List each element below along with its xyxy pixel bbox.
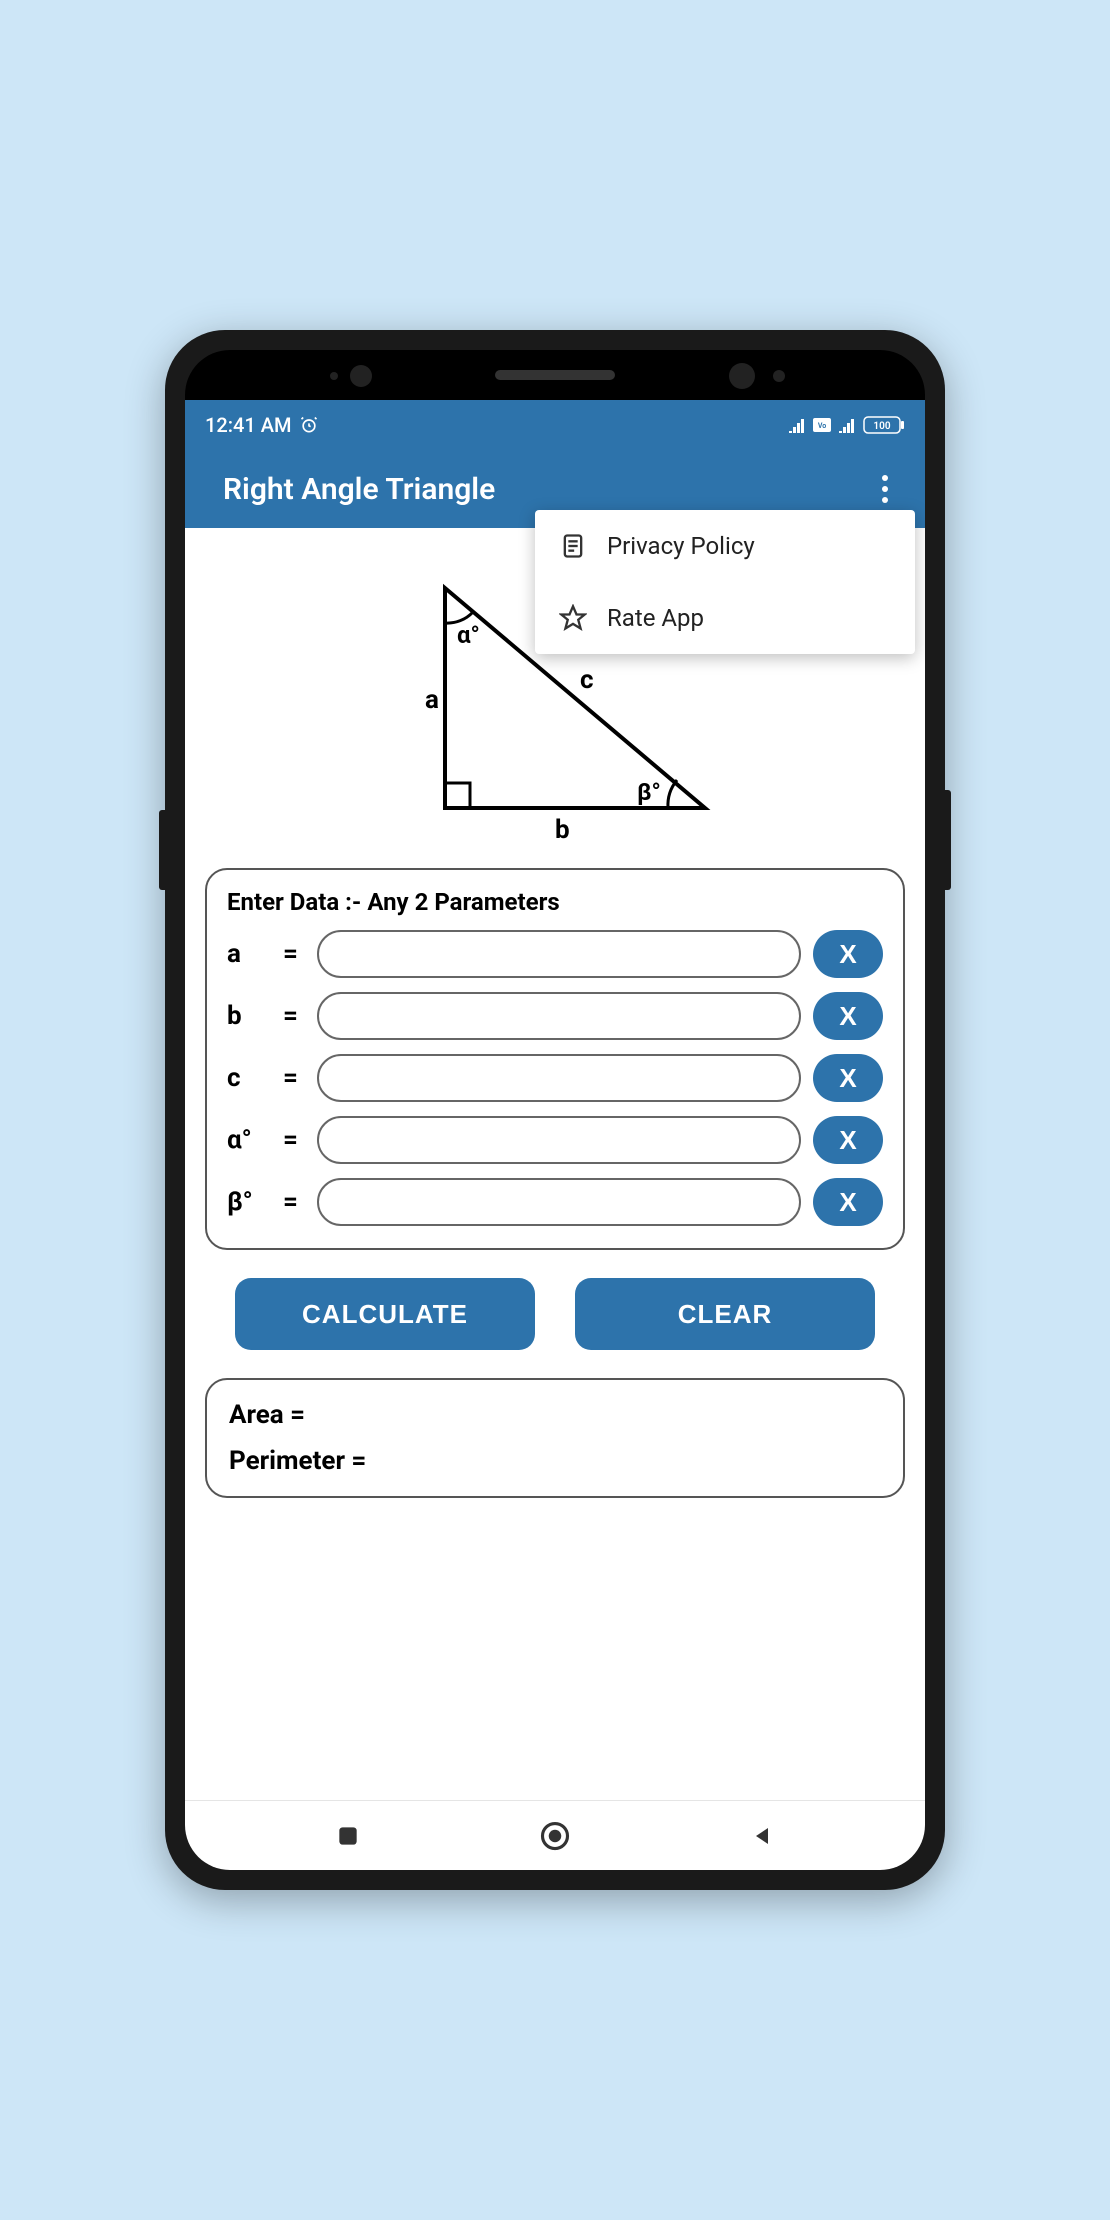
- label-side-c: c: [580, 665, 594, 695]
- field-row-alpha: α° = X: [227, 1116, 883, 1164]
- svg-text:Vo: Vo: [818, 422, 826, 430]
- input-alpha[interactable]: [317, 1116, 801, 1164]
- menu-item-privacy-policy[interactable]: Privacy Policy: [535, 510, 915, 582]
- signal-icon-1: [787, 417, 807, 433]
- label-angle-beta: β°: [637, 778, 661, 806]
- nav-back-button[interactable]: [744, 1818, 780, 1854]
- menu-item-rate-app[interactable]: Rate App: [535, 582, 915, 654]
- clear-alpha-button[interactable]: X: [813, 1116, 883, 1164]
- label-angle-alpha: α°: [457, 621, 480, 649]
- results-box: Area = Perimeter =: [205, 1378, 905, 1498]
- input-c[interactable]: [317, 1054, 801, 1102]
- overflow-menu: Privacy Policy Rate App: [535, 510, 915, 654]
- equals-sign: =: [283, 939, 305, 969]
- battery-level: 100: [873, 421, 890, 432]
- alarm-icon: [299, 415, 319, 435]
- square-icon: [335, 1823, 361, 1849]
- nav-home-button[interactable]: [537, 1818, 573, 1854]
- calculate-button[interactable]: CALCULATE: [235, 1278, 535, 1350]
- phone-frame: 12:41 AM Vo: [165, 330, 945, 1890]
- front-camera-2: [729, 363, 755, 389]
- system-nav-bar: [185, 1800, 925, 1870]
- overflow-menu-button[interactable]: [873, 475, 897, 503]
- clear-all-button[interactable]: CLEAR: [575, 1278, 875, 1350]
- result-perimeter: Perimeter =: [229, 1446, 881, 1476]
- action-row: CALCULATE CLEAR: [205, 1278, 905, 1350]
- status-right: Vo 100: [787, 416, 905, 434]
- sensor-dot-2: [773, 370, 785, 382]
- star-icon: [559, 604, 587, 632]
- field-row-a: a = X: [227, 930, 883, 978]
- phone-hardware-top: [185, 350, 925, 400]
- status-bar: 12:41 AM Vo: [185, 400, 925, 450]
- label-side-a: a: [425, 685, 439, 715]
- field-label-a: a: [227, 939, 271, 969]
- sensor-dot: [330, 372, 338, 380]
- input-beta[interactable]: [317, 1178, 801, 1226]
- battery-icon: 100: [863, 416, 905, 434]
- status-time: 12:41 AM: [205, 413, 291, 437]
- result-area: Area =: [229, 1400, 881, 1430]
- content-area: a b c α° β° Enter Data :- Any 2 Paramete…: [185, 528, 925, 1800]
- input-a[interactable]: [317, 930, 801, 978]
- document-icon: [559, 532, 587, 560]
- field-label-c: c: [227, 1063, 271, 1093]
- field-row-beta: β° = X: [227, 1178, 883, 1226]
- input-b[interactable]: [317, 992, 801, 1040]
- equals-sign: =: [283, 1125, 305, 1155]
- data-entry-box: Enter Data :- Any 2 Parameters a = X b =…: [205, 868, 905, 1250]
- clear-beta-button[interactable]: X: [813, 1178, 883, 1226]
- clear-c-button[interactable]: X: [813, 1054, 883, 1102]
- equals-sign: =: [283, 1001, 305, 1031]
- triangle-left-icon: [750, 1823, 774, 1849]
- nav-recents-button[interactable]: [330, 1818, 366, 1854]
- status-left: 12:41 AM: [205, 413, 319, 437]
- earpiece-speaker: [495, 370, 615, 380]
- app-title: Right Angle Triangle: [223, 472, 495, 507]
- field-label-alpha: α°: [227, 1125, 271, 1155]
- screen: 12:41 AM Vo: [185, 400, 925, 1870]
- volte-icon: Vo: [813, 418, 831, 432]
- label-side-b: b: [555, 815, 570, 845]
- menu-item-label: Rate App: [607, 604, 704, 632]
- circle-icon: [540, 1821, 570, 1851]
- clear-b-button[interactable]: X: [813, 992, 883, 1040]
- phone-inner: 12:41 AM Vo: [185, 350, 925, 1870]
- signal-icon-2: [837, 417, 857, 433]
- field-row-c: c = X: [227, 1054, 883, 1102]
- equals-sign: =: [283, 1063, 305, 1093]
- data-entry-title: Enter Data :- Any 2 Parameters: [227, 888, 883, 916]
- menu-item-label: Privacy Policy: [607, 532, 755, 560]
- front-camera: [350, 365, 372, 387]
- field-label-beta: β°: [227, 1187, 271, 1217]
- equals-sign: =: [283, 1187, 305, 1217]
- field-row-b: b = X: [227, 992, 883, 1040]
- clear-a-button[interactable]: X: [813, 930, 883, 978]
- field-label-b: b: [227, 1001, 271, 1031]
